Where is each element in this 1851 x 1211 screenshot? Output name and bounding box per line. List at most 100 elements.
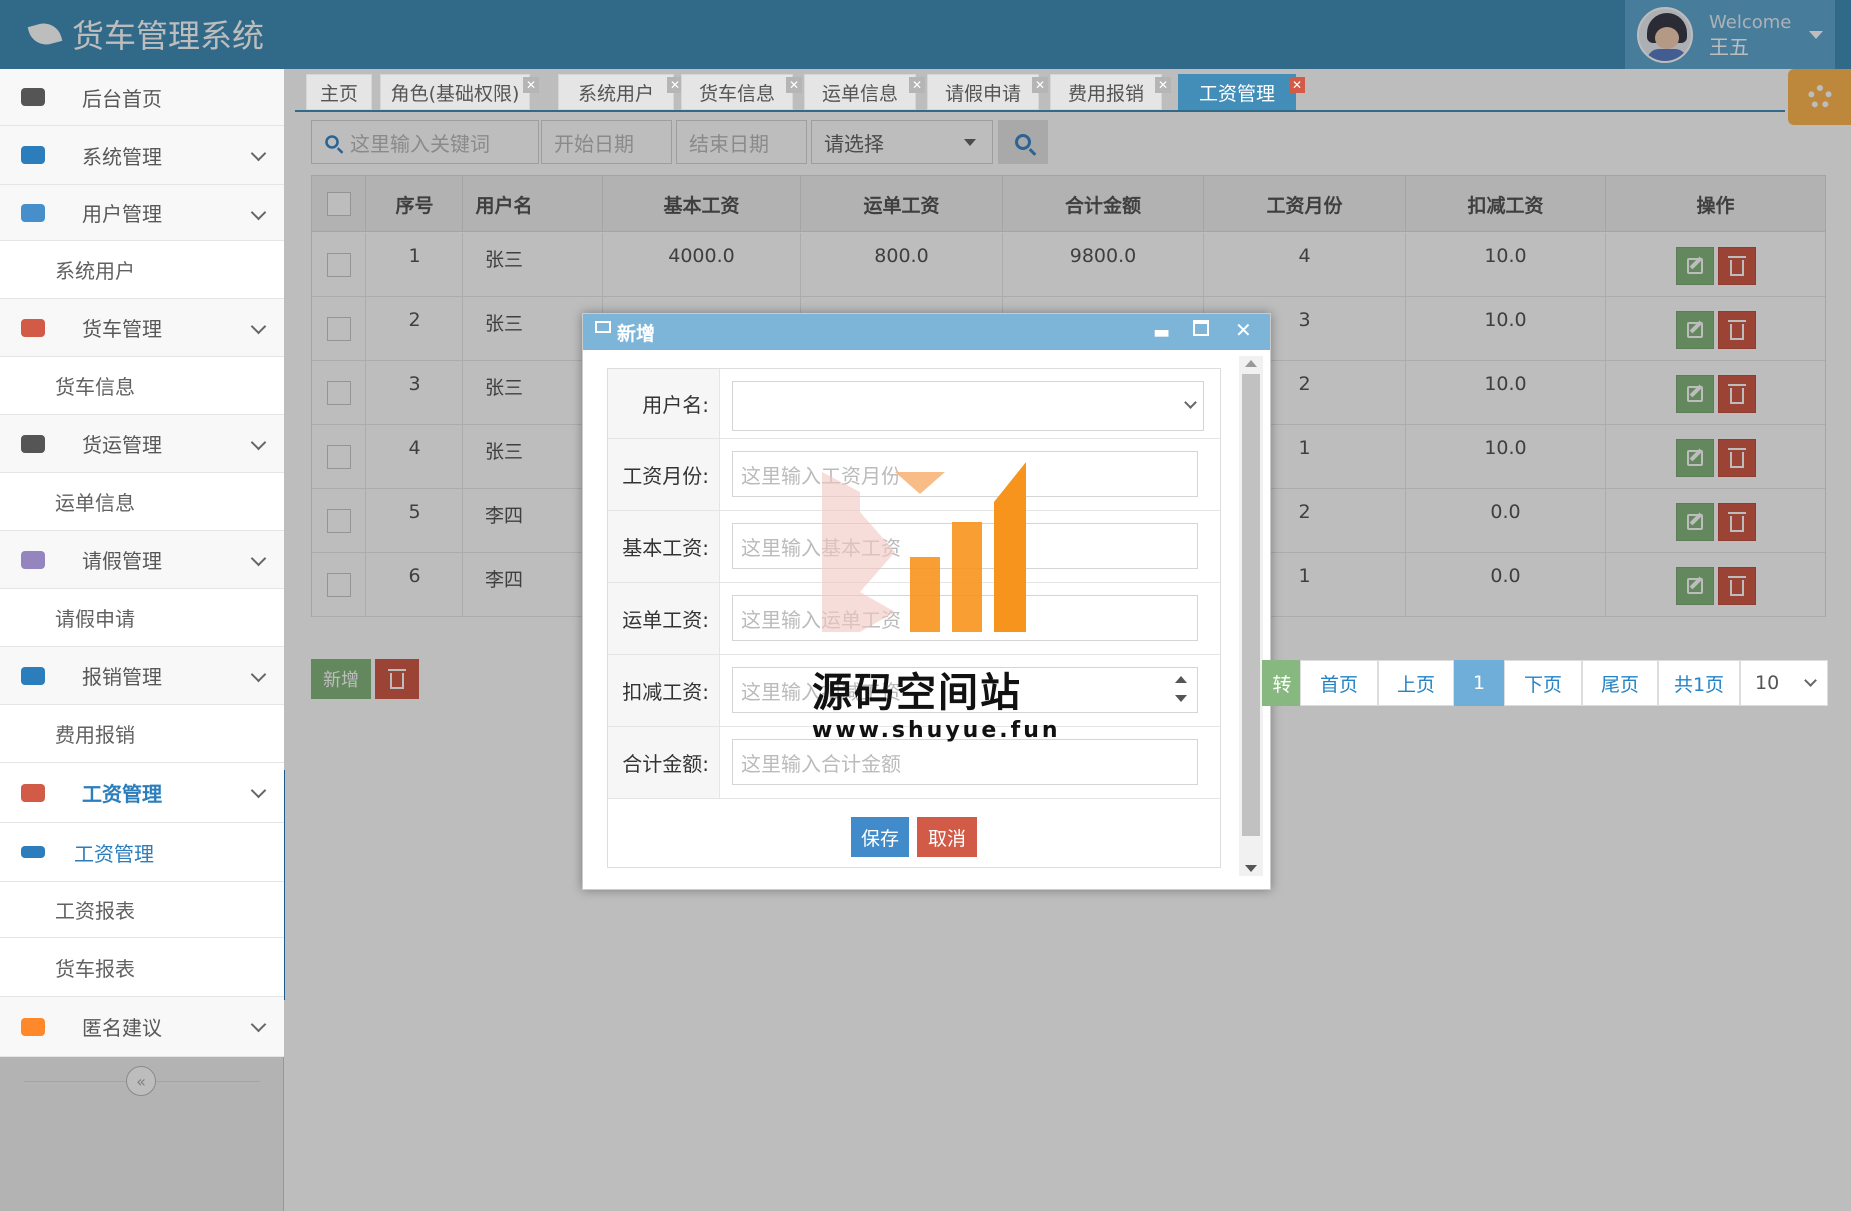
- pager-last[interactable]: 尾页: [1582, 660, 1658, 706]
- dialog-scrollbar[interactable]: [1239, 356, 1263, 876]
- sidebar-item[interactable]: 费用报销: [0, 705, 284, 763]
- tab-label: 请假申请: [944, 82, 1021, 105]
- chevron-down-icon: [250, 318, 267, 335]
- sidebar-item[interactable]: 请假申请: [0, 589, 284, 647]
- watermark-url: www.shuyue.fun: [812, 718, 1061, 743]
- chevron-down-icon: [250, 1016, 267, 1033]
- flag-icon: [18, 663, 48, 689]
- tab[interactable]: 系统用户 ✕: [558, 74, 683, 110]
- form-label: 基本工资:: [608, 511, 720, 582]
- tab-close-icon[interactable]: ✕: [909, 77, 925, 93]
- sidebar-item[interactable]: 运单信息: [0, 473, 284, 531]
- sidebar-item[interactable]: 系统管理: [0, 126, 284, 185]
- sidebar-item[interactable]: 货运管理: [0, 415, 284, 473]
- form-label: 运单工资:: [608, 583, 720, 654]
- dialog-title: 新增: [617, 322, 656, 345]
- chevron-down-icon: [250, 666, 267, 683]
- sidebar-item-label: 系统管理: [82, 144, 162, 169]
- tab-label: 角色(基础权限): [390, 82, 520, 105]
- scroll-up-icon[interactable]: [1245, 360, 1257, 367]
- form-label: 用户名:: [608, 369, 720, 438]
- tab-label: 主页: [319, 82, 358, 105]
- chevron-down-icon: [250, 782, 267, 799]
- sidebar-item[interactable]: 后台首页: [0, 69, 284, 126]
- exchange-icon: [18, 547, 48, 573]
- sidebar-item[interactable]: 货车信息: [0, 357, 284, 415]
- form-input[interactable]: 这里输入合计金额: [732, 739, 1198, 785]
- sidebar-item[interactable]: 系统用户: [0, 241, 284, 299]
- sidebar-item[interactable]: 工资管理: [0, 823, 284, 882]
- scrollbar-thumb[interactable]: [1242, 374, 1260, 836]
- form-row: 用户名:: [608, 369, 1220, 439]
- tab-close-icon[interactable]: ✕: [523, 77, 539, 93]
- tab-label: 费用报销: [1067, 82, 1144, 105]
- sidebar-item[interactable]: 报销管理: [0, 647, 284, 705]
- pager-current[interactable]: 1: [1454, 660, 1504, 706]
- window-icon: [595, 321, 611, 333]
- tab-close-icon[interactable]: ✕: [786, 77, 802, 93]
- sidebar-item-label: 匿名建议: [82, 1016, 162, 1040]
- sidebar-item[interactable]: 工资管理: [0, 763, 284, 823]
- tab-label: 系统用户: [577, 82, 654, 105]
- sidebar-item[interactable]: 货车报表: [0, 938, 284, 997]
- sidebar-item[interactable]: 工资报表: [0, 882, 284, 938]
- number-spinner-icon[interactable]: [1175, 674, 1187, 704]
- tab-close-icon[interactable]: ✕: [1032, 77, 1048, 93]
- tab[interactable]: 货车信息 ✕: [681, 74, 802, 110]
- form-label: 合计金额:: [608, 727, 720, 798]
- tab[interactable]: 运单信息 ✕: [804, 74, 925, 110]
- sidebar-item-label: 货车报表: [55, 956, 135, 981]
- chevron-down-icon: [250, 434, 267, 451]
- tab-close-icon[interactable]: ✕: [1289, 77, 1305, 93]
- form-label: 扣减工资:: [608, 655, 720, 726]
- sidebar-item-label: 用户管理: [82, 202, 162, 226]
- home-icon: [18, 142, 48, 168]
- chevron-down-icon: [250, 204, 267, 221]
- tab[interactable]: 主页: [306, 74, 372, 110]
- sidebar-item-label: 货车信息: [55, 375, 135, 399]
- sidebar-item-label: 工资报表: [55, 899, 135, 923]
- form-label: 工资月份:: [608, 439, 720, 510]
- close-icon[interactable]: ✕: [1235, 318, 1252, 342]
- sidebar-item-label: 工资管理: [74, 841, 154, 866]
- tab[interactable]: 费用报销 ✕: [1050, 74, 1171, 110]
- pager-partial[interactable]: 转: [1262, 660, 1302, 706]
- sidebar-item-label: 报销管理: [82, 665, 162, 689]
- pager-next[interactable]: 下页: [1504, 660, 1582, 706]
- pager-total[interactable]: 共1页: [1658, 660, 1740, 706]
- scroll-down-icon[interactable]: [1245, 865, 1257, 872]
- tab[interactable]: 角色(基础权限) ✕: [380, 74, 539, 110]
- minimize-icon[interactable]: ▬: [1153, 322, 1170, 343]
- comment-icon: [18, 1014, 48, 1040]
- sidebar-item-label: 费用报销: [55, 723, 135, 747]
- save-button[interactable]: 保存: [851, 817, 909, 857]
- chevron-down-icon: [250, 145, 267, 162]
- users-icon: [18, 200, 48, 226]
- credit-card-icon: [18, 780, 48, 806]
- sidebar-item-label: 请假管理: [82, 549, 162, 573]
- input-placeholder: 这里输入合计金额: [741, 751, 901, 776]
- chevron-down-icon: [1184, 396, 1197, 409]
- sidebar-item-label: 货车管理: [82, 317, 162, 341]
- dialog-titlebar: 新增 ▬ ✕: [583, 314, 1270, 350]
- tab-label: 货车信息: [698, 82, 775, 105]
- watermark-text: 源码空间站: [812, 670, 1022, 716]
- pager-page-size[interactable]: 10: [1740, 660, 1828, 706]
- card-icon: [18, 839, 48, 865]
- sidebar-item-label: 系统用户: [55, 259, 135, 283]
- tab-close-icon[interactable]: ✕: [1155, 77, 1171, 93]
- maximize-icon[interactable]: [1193, 320, 1209, 336]
- username-select[interactable]: [732, 381, 1204, 431]
- sidebar-item-label: 运单信息: [55, 491, 135, 515]
- leaf-icon: [18, 431, 48, 457]
- cancel-button[interactable]: 取消: [917, 817, 977, 857]
- tab[interactable]: 工资管理 ✕: [1178, 74, 1305, 110]
- sidebar-item[interactable]: 匿名建议: [0, 997, 284, 1057]
- sidebar-item[interactable]: 用户管理: [0, 185, 284, 241]
- dashboard-icon: [18, 84, 48, 110]
- sidebar-item[interactable]: 请假管理: [0, 531, 284, 589]
- pager-prev[interactable]: 上页: [1378, 660, 1454, 706]
- pager-first[interactable]: 首页: [1300, 660, 1378, 706]
- sidebar-item[interactable]: 货车管理: [0, 299, 284, 357]
- tab[interactable]: 请假申请 ✕: [927, 74, 1048, 110]
